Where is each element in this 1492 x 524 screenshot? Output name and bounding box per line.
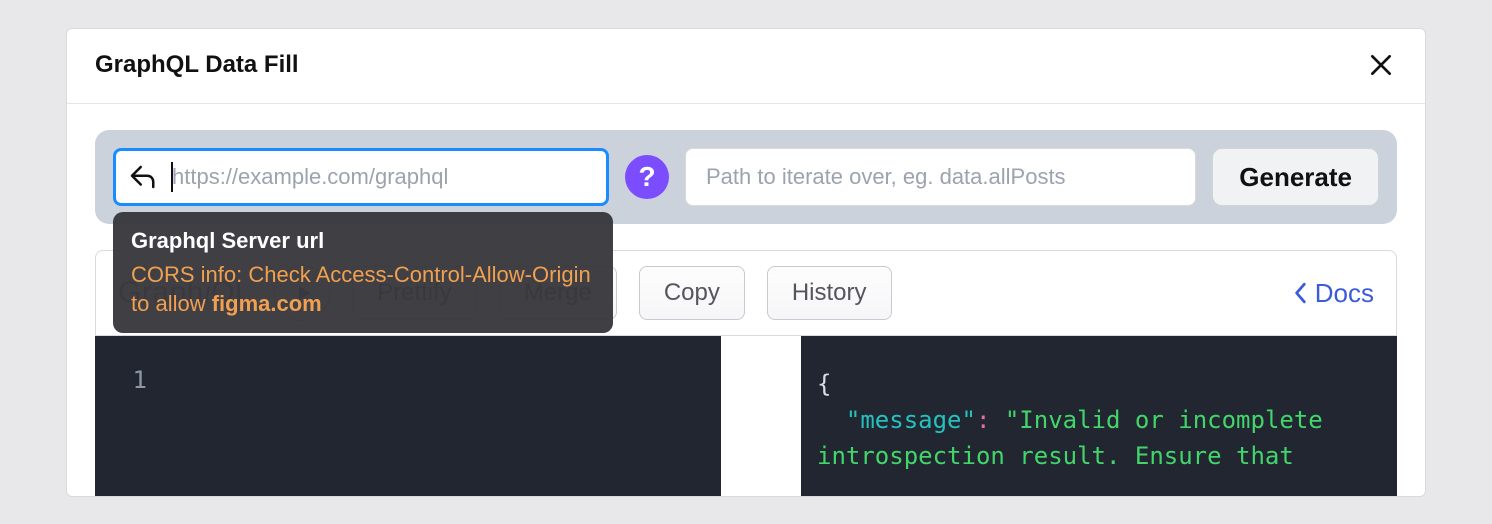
modal-title: GraphQL Data Fill (95, 51, 299, 79)
tooltip-title: Graphql Server url (131, 226, 595, 256)
result-pane[interactable]: { "message": "Invalid or incomplete intr… (801, 336, 1397, 496)
modal-dialog: GraphQL Data Fill ? Generate Graphql Ser… (66, 28, 1426, 497)
toolbar-section: ? Generate Graphql Server url CORS info:… (67, 104, 1425, 250)
close-button[interactable] (1365, 49, 1397, 81)
editor-row: 1 { "message": "Invalid or incomplete in… (95, 336, 1397, 496)
editor-divider[interactable] (721, 336, 801, 496)
docs-button[interactable]: Docs (1293, 278, 1374, 309)
query-editor[interactable]: 1 (95, 336, 721, 496)
copy-button[interactable]: Copy (639, 266, 745, 320)
colon-token: : (976, 406, 990, 434)
question-icon: ? (638, 161, 655, 193)
chevron-left-icon (1293, 282, 1309, 304)
docs-label: Docs (1315, 278, 1374, 309)
path-input[interactable] (685, 148, 1196, 206)
brace-token: { (817, 370, 831, 398)
graphql-url-input[interactable] (113, 148, 609, 206)
modal-header: GraphQL Data Fill (67, 29, 1425, 104)
help-button[interactable]: ? (625, 155, 669, 199)
close-icon (1368, 52, 1394, 78)
line-gutter: 1 (111, 366, 159, 466)
toolbar: ? Generate (95, 130, 1397, 224)
url-tooltip: Graphql Server url CORS info: Check Acce… (113, 212, 613, 333)
url-input-container (113, 148, 609, 206)
generate-button[interactable]: Generate (1212, 148, 1379, 206)
history-button[interactable]: History (767, 266, 892, 320)
key-token: "message" (846, 406, 976, 434)
text-caret (171, 162, 173, 192)
string-token: "Invalid or incomplete (1005, 406, 1323, 434)
line-number: 1 (111, 366, 147, 394)
string-token: introspection result. Ensure that (817, 442, 1294, 470)
tooltip-body: CORS info: Check Access-Control-Allow-Or… (131, 260, 595, 319)
tooltip-body-domain: figma.com (212, 291, 322, 316)
tooltip-body-text: CORS info: Check Access-Control-Allow-Or… (131, 262, 591, 317)
